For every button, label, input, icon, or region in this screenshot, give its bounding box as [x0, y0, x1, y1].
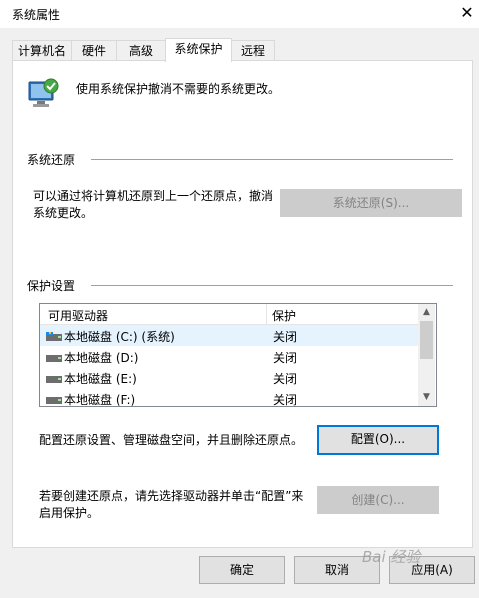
drive-name: 本地磁盘 (F:): [64, 393, 136, 407]
tab-computer-name[interactable]: 计算机名: [12, 40, 72, 61]
scroll-up-arrow-icon[interactable]: ▲: [418, 304, 435, 321]
scroll-down-arrow-icon[interactable]: ▼: [418, 389, 435, 406]
create-description-line2: 启用保护。: [39, 506, 100, 520]
drive-icon: [46, 394, 62, 404]
tab-hardware[interactable]: 硬件: [71, 40, 117, 61]
system-protection-icon: [25, 76, 61, 112]
tab-system-protection[interactable]: 系统保护: [165, 38, 232, 62]
create-description-line1: 若要创建还原点，请先选择驱动器并单击“配置”来: [39, 489, 304, 503]
drive-name: 本地磁盘 (E:): [64, 372, 137, 386]
drive-list[interactable]: 可用驱动器 保护 本地磁盘 (C:) (系统) 关闭 本地磁盘 (D:) 关闭 …: [39, 303, 437, 407]
scrollbar-thumb[interactable]: [420, 321, 433, 359]
drive-list-header: 可用驱动器 保护: [40, 304, 418, 325]
configure-button[interactable]: 配置(O)...: [317, 425, 439, 455]
close-button[interactable]: ✕: [456, 2, 478, 24]
drive-icon: [46, 373, 62, 383]
tab-advanced[interactable]: 高级: [116, 40, 166, 61]
drive-protection-status: 关闭: [273, 330, 298, 344]
ok-button[interactable]: 确定: [199, 556, 285, 584]
restore-description-line2: 系统更改。: [33, 206, 94, 220]
drive-row[interactable]: 本地磁盘 (C:) (系统) 关闭: [40, 325, 418, 346]
configure-description: 配置还原设置、管理磁盘空间，并且删除还原点。: [39, 433, 304, 447]
title-bar: [0, 0, 479, 28]
system-drive-icon: [46, 331, 62, 341]
tab-remote[interactable]: 远程: [231, 40, 275, 61]
drive-protection-status: 关闭: [273, 372, 298, 386]
protection-settings-section-title: 保护设置: [27, 279, 76, 293]
drive-protection-status: 关闭: [273, 351, 298, 365]
column-header-protection[interactable]: 保护: [272, 307, 296, 324]
section-divider: [91, 285, 453, 286]
drive-row[interactable]: 本地磁盘 (F:) 关闭: [40, 388, 418, 407]
drive-row[interactable]: 本地磁盘 (D:) 关闭: [40, 346, 418, 367]
drive-name: 本地磁盘 (C:) (系统): [64, 330, 175, 344]
drive-row[interactable]: 本地磁盘 (E:) 关闭: [40, 367, 418, 388]
drive-list-scrollbar[interactable]: ▲ ▼: [418, 304, 435, 406]
intro-text: 使用系统保护撤消不需要的系统更改。: [76, 82, 281, 96]
column-divider[interactable]: [266, 304, 267, 324]
drive-protection-status: 关闭: [273, 393, 298, 407]
system-restore-button[interactable]: 系统还原(S)...: [280, 189, 462, 217]
drive-icon: [46, 352, 62, 362]
drive-name: 本地磁盘 (D:): [64, 351, 139, 365]
window-title: 系统属性: [12, 8, 61, 22]
watermark: Bai 经验: [362, 548, 421, 566]
column-header-available-drives[interactable]: 可用驱动器: [48, 307, 108, 324]
create-button[interactable]: 创建(C)...: [317, 486, 439, 514]
restore-description-line1: 可以通过将计算机还原到上一个还原点，撤消: [33, 189, 274, 203]
section-divider: [91, 159, 453, 160]
system-restore-section-title: 系统还原: [27, 153, 76, 167]
